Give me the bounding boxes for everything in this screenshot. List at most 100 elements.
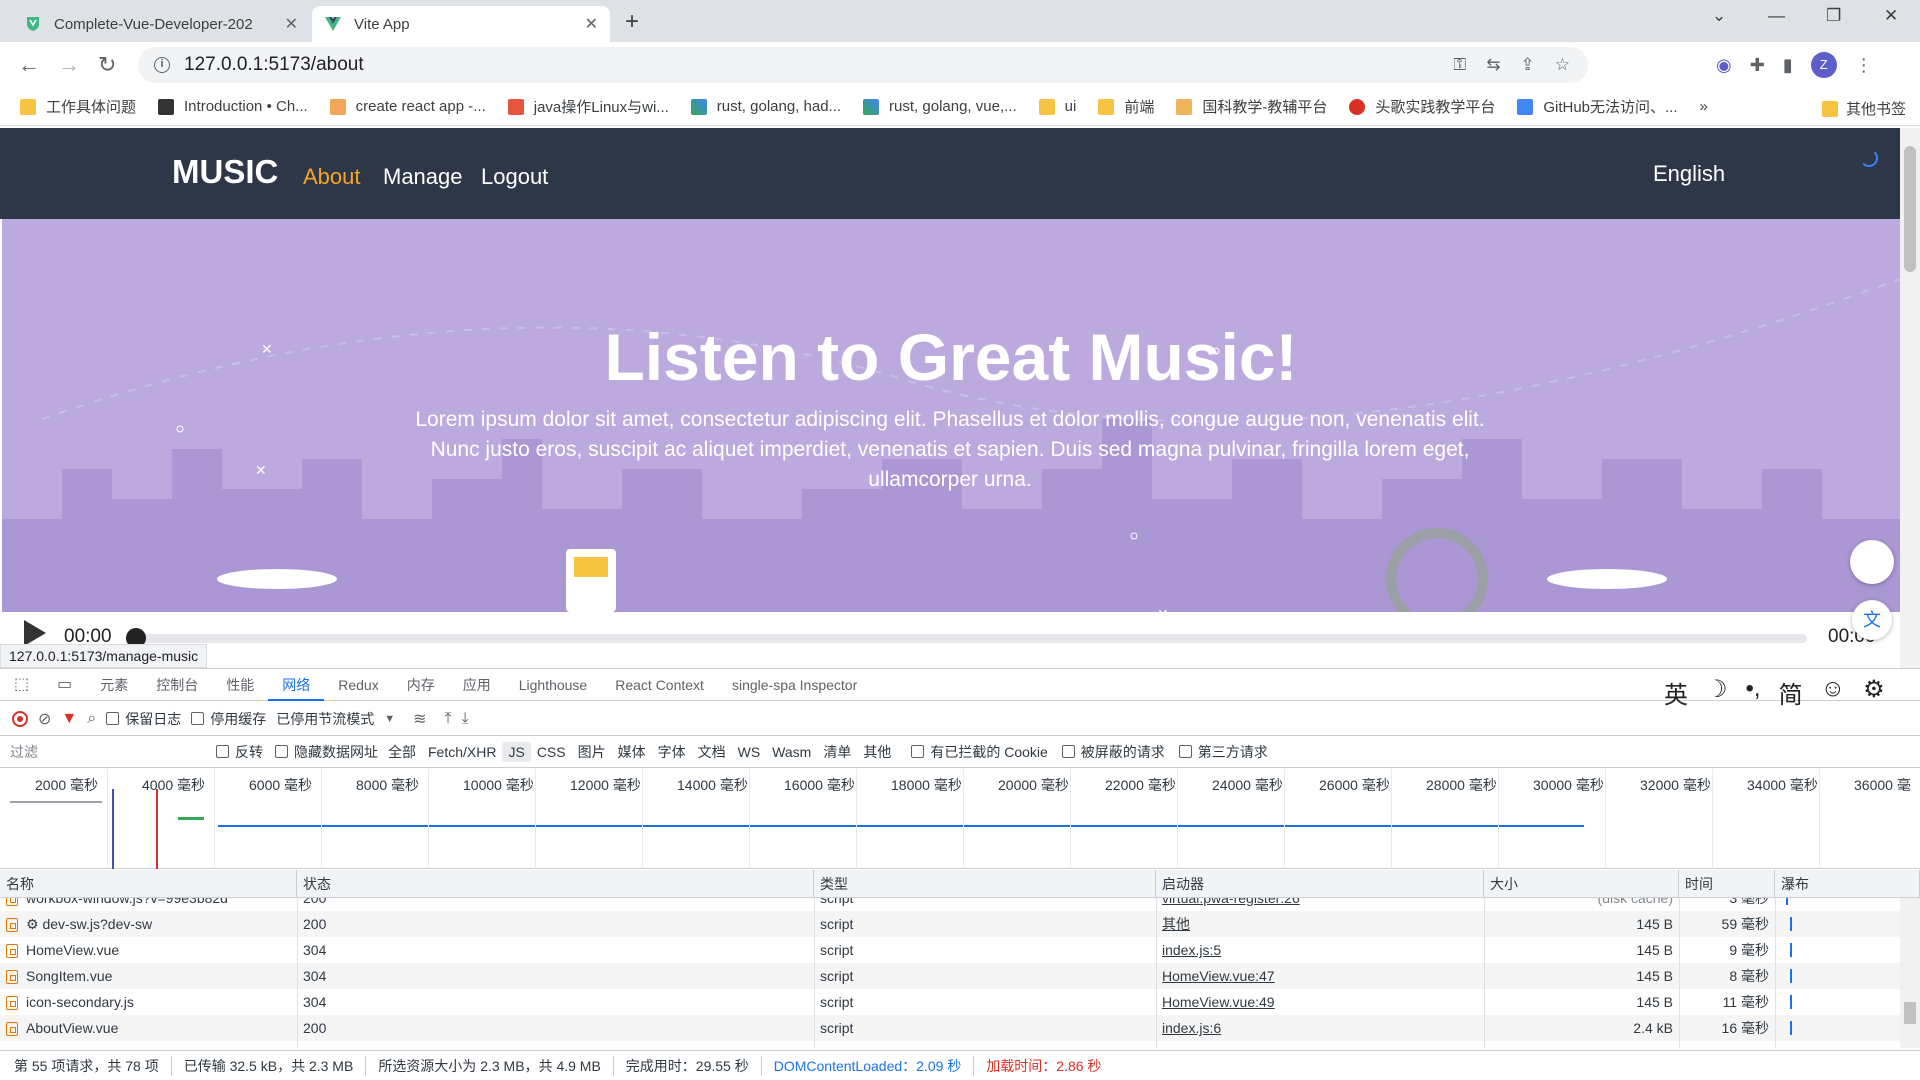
table-row[interactable]: icon-secondary.js 304 script HomeView.vue:4…	[0, 989, 1900, 1015]
disable-cache-checkbox[interactable]: 停用缓存	[191, 709, 266, 729]
cell-initiator[interactable]: HomeView.vue:49	[1156, 989, 1484, 1015]
tab-redux[interactable]: Redux	[324, 669, 392, 701]
filter-img[interactable]: 图片	[572, 740, 612, 764]
record-icon[interactable]	[12, 710, 28, 727]
translate-icon[interactable]: ⇆	[1486, 55, 1500, 75]
filter-wasm[interactable]: Wasm	[766, 742, 817, 762]
col-waterfall[interactable]: 瀑布	[1775, 870, 1920, 898]
tab-memory[interactable]: 内存	[393, 669, 449, 701]
tab-performance[interactable]: 性能	[212, 669, 268, 701]
network-overview-timeline[interactable]: 2000 毫秒 4000 毫秒 6000 毫秒 8000 毫秒 10000 毫秒 1200…	[0, 769, 1920, 869]
chevron-down-icon[interactable]: ▼	[384, 713, 395, 725]
tab-network[interactable]: 网络	[268, 669, 325, 701]
bookmark-item[interactable]: 国科教学-教辅平台	[1176, 96, 1327, 117]
cell-initiator[interactable]: virtual:pwa-register:26	[1156, 898, 1484, 911]
tab-close-icon[interactable]: ✕	[585, 14, 598, 34]
cell-initiator[interactable]: index.js:5	[1156, 937, 1484, 963]
language-toggle[interactable]: English	[1653, 161, 1725, 187]
side-panel-icon[interactable]: ▮	[1783, 55, 1793, 76]
bookmark-item[interactable]: Introduction • Ch...	[158, 98, 308, 115]
address-bar[interactable]: i 127.0.0.1:5173/about ⚿ ⇆ ⇪ ☆	[138, 47, 1588, 83]
brand-logo[interactable]: MUSIC	[172, 153, 278, 191]
filter-doc[interactable]: 文档	[692, 740, 732, 764]
maximize-button[interactable]: ❐	[1826, 6, 1841, 26]
export-har-icon[interactable]: ⤓	[462, 710, 469, 728]
nav-manage[interactable]: Manage	[383, 164, 463, 190]
progress-track[interactable]	[137, 634, 1807, 643]
col-size[interactable]: 大小	[1484, 870, 1679, 898]
filter-fetch-xhr[interactable]: Fetch/XHR	[422, 742, 502, 762]
bookmark-item[interactable]: 前端	[1098, 96, 1154, 117]
bookmark-item[interactable]: rust, golang, had...	[690, 98, 841, 115]
bookmark-item[interactable]: create react app -...	[329, 98, 486, 115]
tab-react-context[interactable]: React Context	[601, 669, 718, 701]
invert-checkbox[interactable]: 反转	[216, 742, 263, 762]
inspect-element-icon[interactable]: ⬚	[0, 669, 43, 701]
filter-input[interactable]: 过滤	[6, 741, 216, 763]
address-url[interactable]: 127.0.0.1:5173/about	[184, 54, 364, 76]
bookmark-item[interactable]: java操作Linux与wi...	[507, 96, 669, 117]
page-scrollbar[interactable]	[1900, 128, 1920, 668]
tab-single-spa[interactable]: single-spa Inspector	[718, 669, 871, 701]
col-type[interactable]: 类型	[814, 870, 1156, 898]
extension-mascot-icon[interactable]: ◉	[1716, 55, 1732, 76]
blocked-requests-checkbox[interactable]: 被屏蔽的请求	[1061, 742, 1165, 762]
tab-vue-developer[interactable]: Complete-Vue-Developer-202 ✕	[12, 6, 310, 42]
blocked-cookies-checkbox[interactable]: 有已拦截的 Cookie	[911, 742, 1048, 762]
translate-float-icon[interactable]: 文	[1852, 600, 1892, 640]
cell-initiator[interactable]: HomeView.vue:47	[1156, 963, 1484, 989]
filter-js[interactable]: JS	[502, 741, 531, 762]
back-arrow-icon[interactable]: ←	[18, 52, 40, 78]
throttle-select[interactable]: 已停用节流模式	[276, 709, 374, 729]
new-tab-button[interactable]: +	[625, 8, 639, 36]
bookmarks-overflow-button[interactable]: »	[1700, 98, 1708, 115]
filter-font[interactable]: 字体	[652, 740, 692, 764]
table-row[interactable]: AboutView.vue 200 script index.js:6 2.4 kB 16…	[0, 1015, 1900, 1041]
col-name[interactable]: 名称	[0, 870, 297, 898]
reload-icon[interactable]: ↻	[98, 52, 116, 78]
col-status[interactable]: 状态	[297, 870, 814, 898]
table-scrollbar[interactable]	[1900, 898, 1920, 1048]
site-info-icon[interactable]: i	[154, 57, 170, 73]
scrollbar-thumb[interactable]	[1904, 146, 1916, 272]
device-toggle-icon[interactable]: ▭	[43, 669, 86, 701]
tab-elements[interactable]: 元素	[86, 669, 142, 701]
chrome-menu-icon[interactable]: ⋮	[1855, 55, 1873, 76]
table-row[interactable]: ⚙ dev-sw.js?dev-sw 200 script 其他 145 B 59 毫秒	[0, 911, 1900, 937]
extensions-puzzle-icon[interactable]: ✚	[1750, 55, 1765, 76]
table-scrollbar-thumb[interactable]	[1904, 1002, 1916, 1024]
bookmark-item[interactable]: 头歌实践教学平台	[1349, 96, 1495, 117]
tab-console[interactable]: 控制台	[142, 669, 212, 701]
bookmark-item[interactable]: 工作具体问题	[20, 96, 136, 117]
share-icon[interactable]: ⇪	[1521, 55, 1535, 75]
tab-lighthouse[interactable]: Lighthouse	[505, 669, 602, 701]
filter-funnel-icon[interactable]: ▼	[61, 710, 77, 728]
assistant-mascot-icon[interactable]	[1850, 540, 1894, 584]
tab-close-icon[interactable]: ✕	[285, 14, 298, 34]
filter-manifest[interactable]: 清单	[817, 740, 857, 764]
nav-about[interactable]: About	[303, 164, 361, 190]
col-initiator[interactable]: 启动器	[1156, 870, 1484, 898]
search-icon[interactable]: ⌕	[87, 710, 96, 728]
minimize-button[interactable]: —	[1768, 6, 1785, 26]
col-time[interactable]: 时间	[1679, 870, 1775, 898]
import-har-icon[interactable]: ⤒	[445, 710, 452, 728]
close-window-button[interactable]: ✕	[1884, 6, 1898, 26]
cell-initiator[interactable]: 其他	[1156, 911, 1484, 937]
table-row[interactable]: workbox-window.js?v=99e3b82d 200 script vir…	[0, 898, 1900, 911]
clear-icon[interactable]: ⊘	[38, 709, 51, 729]
other-bookmarks[interactable]: 其他书签	[1821, 98, 1906, 119]
third-party-checkbox[interactable]: 第三方请求	[1178, 742, 1268, 762]
filter-ws[interactable]: WS	[732, 742, 767, 762]
password-key-icon[interactable]: ⚿	[1453, 55, 1466, 75]
tab-vite-app[interactable]: Vite App ✕	[312, 6, 610, 42]
tab-search-icon[interactable]: ⌄	[1712, 6, 1726, 26]
filter-other[interactable]: 其他	[857, 740, 897, 764]
filter-all[interactable]: 全部	[382, 740, 422, 764]
filter-css[interactable]: CSS	[531, 742, 572, 762]
cell-initiator[interactable]: index.js:6	[1156, 1015, 1484, 1041]
filter-media[interactable]: 媒体	[612, 740, 652, 764]
bookmark-item[interactable]: ui	[1038, 98, 1076, 115]
network-conditions-icon[interactable]: ≋	[413, 709, 426, 729]
nav-logout[interactable]: Logout	[481, 164, 548, 190]
